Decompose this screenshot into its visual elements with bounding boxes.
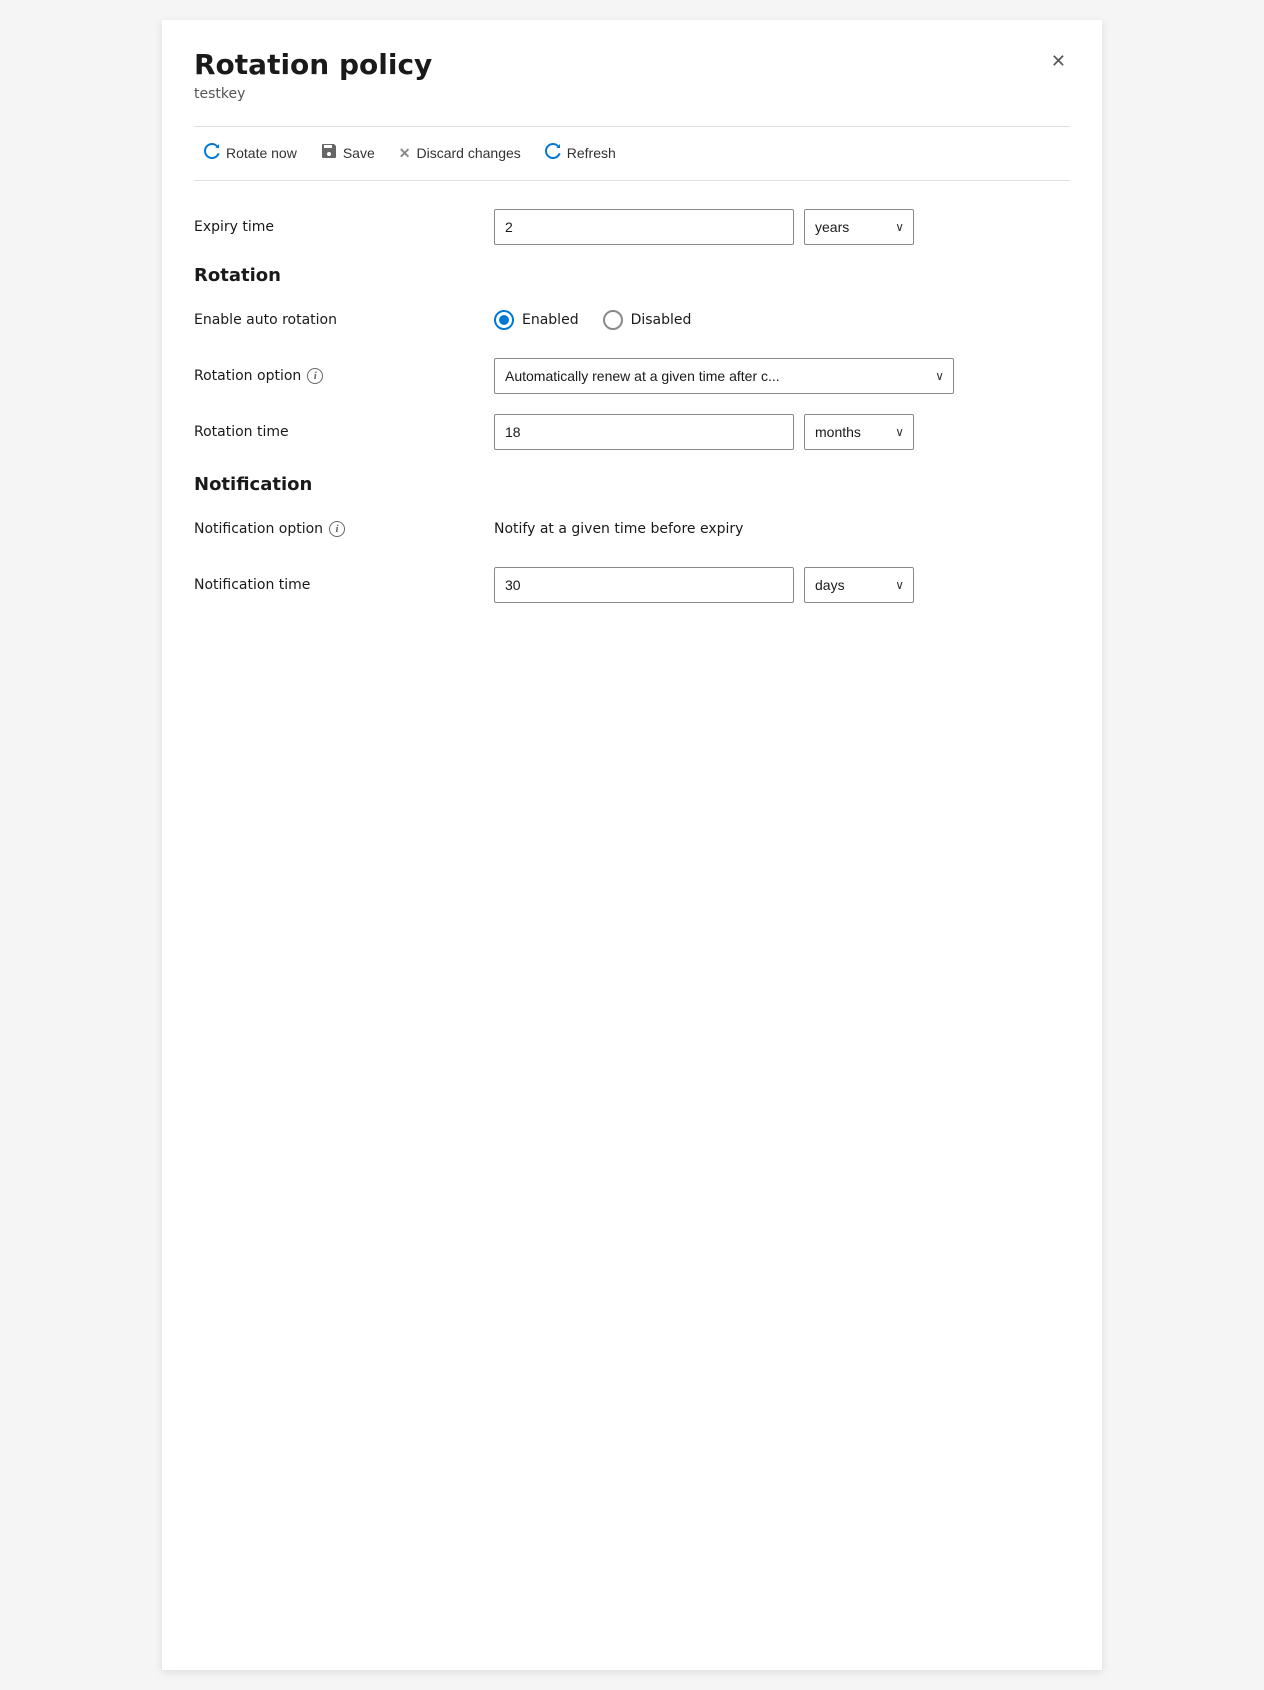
rotation-option-controls: Automatically renew at a given time afte… [494, 358, 1070, 394]
rotation-section: Rotation Enable auto rotation Enabled Di… [194, 265, 1070, 450]
notification-option-info-icon[interactable]: i [329, 521, 345, 537]
notification-time-unit-select[interactable]: days months years [804, 567, 914, 603]
notification-option-controls: Notify at a given time before expiry [494, 521, 1070, 537]
rotation-time-row: Rotation time days months years ∨ [194, 414, 1070, 450]
close-icon: ✕ [1051, 51, 1066, 71]
rotation-time-input[interactable] [494, 414, 794, 450]
toolbar: Rotate now Save ✕ Discard changes Refres… [194, 126, 1070, 181]
rotate-now-icon [204, 143, 220, 164]
rotation-heading: Rotation [194, 265, 1070, 286]
notification-section: Notification Notification option i Notif… [194, 474, 1070, 603]
enabled-radio-circle [494, 310, 514, 330]
discard-icon: ✕ [399, 145, 411, 162]
rotation-option-row: Rotation option i Automatically renew at… [194, 358, 1070, 394]
disabled-radio-label: Disabled [631, 312, 692, 328]
expiry-controls: days months years ∨ [494, 209, 1070, 245]
disabled-radio-circle [603, 310, 623, 330]
notification-heading: Notification [194, 474, 1070, 495]
notification-time-controls: days months years ∨ [494, 567, 1070, 603]
disabled-radio-option[interactable]: Disabled [603, 310, 692, 330]
rotation-time-unit-wrapper: days months years ∨ [804, 414, 914, 450]
refresh-icon [545, 143, 561, 164]
expiry-unit-select[interactable]: days months years [804, 209, 914, 245]
rotate-now-label: Rotate now [226, 145, 297, 161]
expiry-time-input[interactable] [494, 209, 794, 245]
discard-changes-button[interactable]: ✕ Discard changes [389, 139, 531, 168]
panel-subtitle: testkey [194, 86, 432, 102]
expiry-time-row: Expiry time days months years ∨ [194, 209, 1070, 245]
save-button[interactable]: Save [311, 137, 385, 170]
notification-time-label: Notification time [194, 577, 494, 593]
notification-time-row: Notification time days months years ∨ [194, 567, 1070, 603]
enabled-radio-dot [499, 315, 509, 325]
rotation-policy-panel: Rotation policy testkey ✕ Rotate now Sav… [162, 20, 1102, 1670]
save-icon [321, 143, 337, 164]
rotation-time-unit-select[interactable]: days months years [804, 414, 914, 450]
rotation-time-controls: days months years ∨ [494, 414, 1070, 450]
notification-option-row: Notification option i Notify at a given … [194, 511, 1070, 547]
enabled-radio-option[interactable]: Enabled [494, 310, 579, 330]
panel-title: Rotation policy [194, 48, 432, 82]
rotation-option-wrapper: Automatically renew at a given time afte… [494, 358, 954, 394]
panel-header: Rotation policy testkey ✕ [194, 48, 1070, 122]
expiry-time-label: Expiry time [194, 219, 494, 235]
rotation-option-info-icon[interactable]: i [307, 368, 323, 384]
rotate-now-button[interactable]: Rotate now [194, 137, 307, 170]
auto-rotation-label: Enable auto rotation [194, 312, 494, 328]
notification-option-value: Notify at a given time before expiry [494, 521, 743, 537]
auto-rotation-controls: Enabled Disabled [494, 310, 1070, 330]
save-label: Save [343, 145, 375, 161]
rotation-option-select[interactable]: Automatically renew at a given time afte… [494, 358, 954, 394]
close-button[interactable]: ✕ [1047, 48, 1070, 74]
rotation-option-label: Rotation option i [194, 368, 494, 384]
auto-rotation-row: Enable auto rotation Enabled Disabled [194, 302, 1070, 338]
discard-label: Discard changes [416, 145, 520, 161]
rotation-time-label: Rotation time [194, 424, 494, 440]
refresh-label: Refresh [567, 145, 616, 161]
expiry-unit-wrapper: days months years ∨ [804, 209, 914, 245]
notification-time-input[interactable] [494, 567, 794, 603]
header-text-group: Rotation policy testkey [194, 48, 432, 122]
notification-time-unit-wrapper: days months years ∨ [804, 567, 914, 603]
notification-option-label: Notification option i [194, 521, 494, 537]
refresh-button[interactable]: Refresh [535, 137, 626, 170]
enabled-radio-label: Enabled [522, 312, 579, 328]
